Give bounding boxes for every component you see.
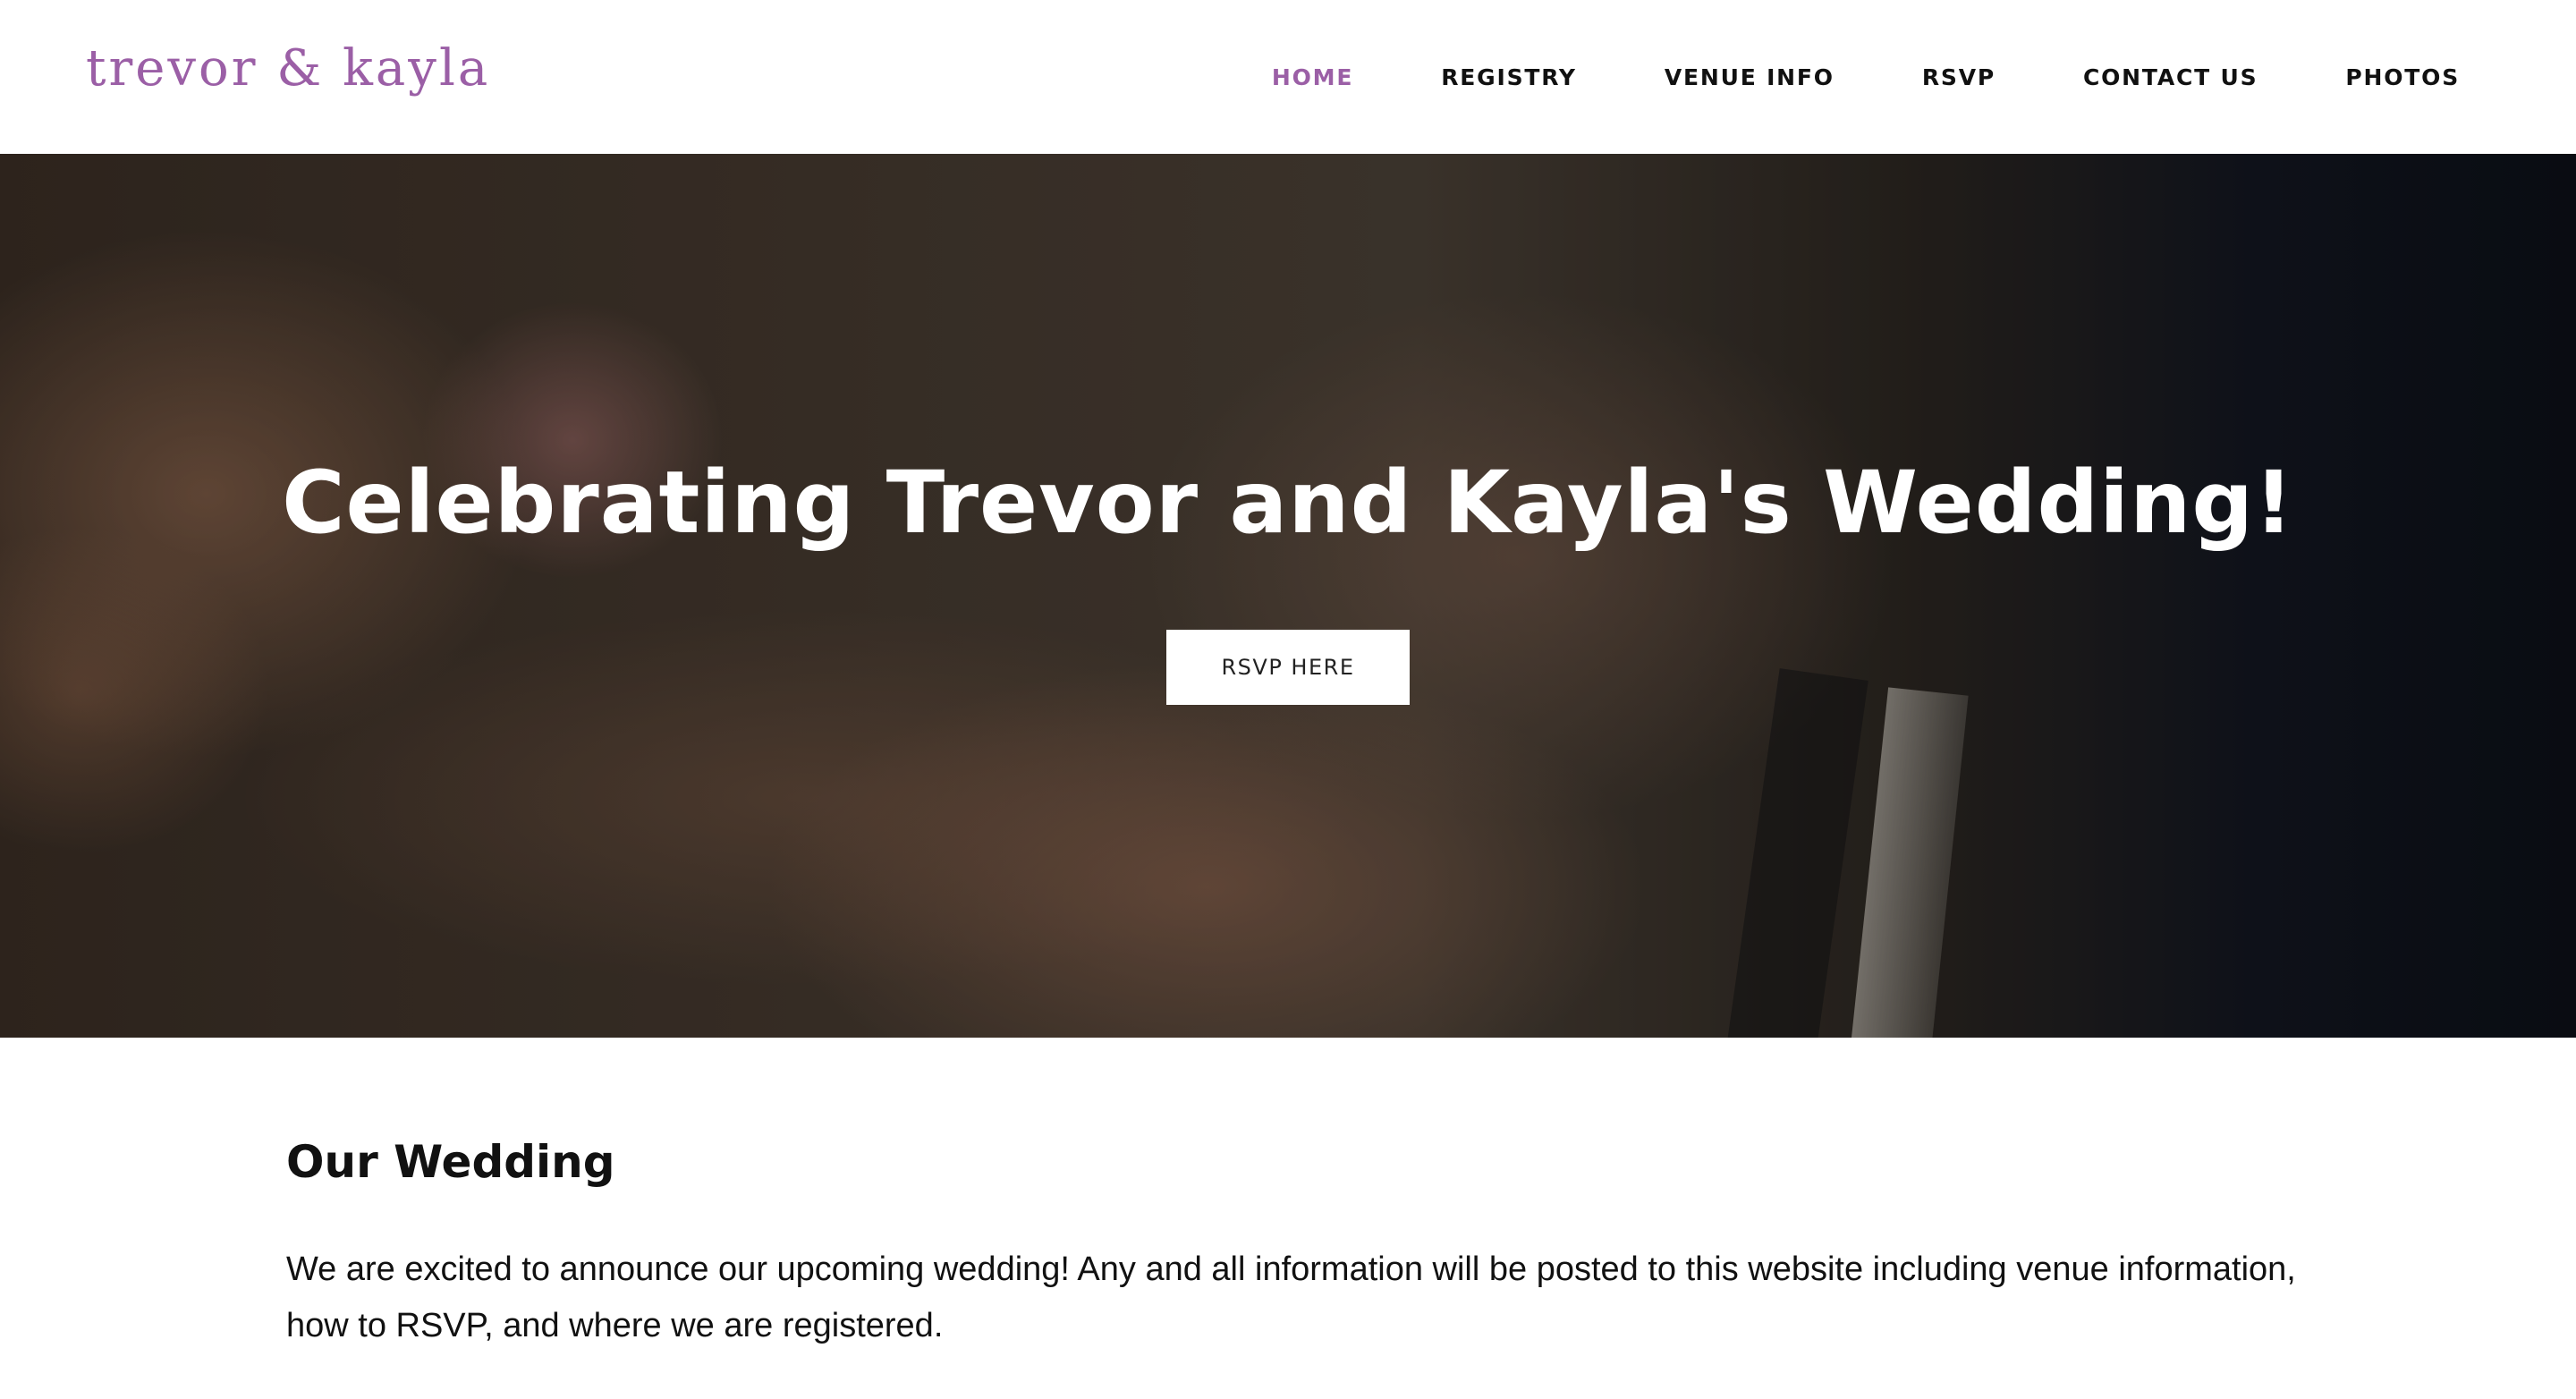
main-content: Our Wedding We are excited to announce o… [286,1136,2308,1388]
rsvp-here-button[interactable]: RSVP HERE [1166,630,1410,705]
hero-overlay [0,154,2576,1038]
site-logo[interactable]: trevor & kayla [86,39,490,98]
nav-item-venue-info[interactable]: VENUE INFO [1665,64,1835,90]
nav-item-registry[interactable]: REGISTRY [1441,64,1577,90]
nav-item-contact-us[interactable]: CONTACT US [2083,64,2258,90]
nav-item-photos[interactable]: PHOTOS [2345,64,2460,90]
nav-item-home[interactable]: HOME [1272,64,1353,90]
hero-banner: Celebrating Trevor and Kayla's Wedding! … [0,154,2576,1038]
site-header: trevor & kayla HOME REGISTRY VENUE INFO … [0,0,2576,154]
section-body: We are excited to announce our upcoming … [286,1251,2296,1344]
nav-item-rsvp[interactable]: RSVP [1922,64,1996,90]
main-nav: HOME REGISTRY VENUE INFO RSVP CONTACT US… [1184,63,2460,91]
hero-title: Celebrating Trevor and Kayla's Wedding! [282,453,2294,553]
section-title: Our Wedding [286,1136,615,1188]
